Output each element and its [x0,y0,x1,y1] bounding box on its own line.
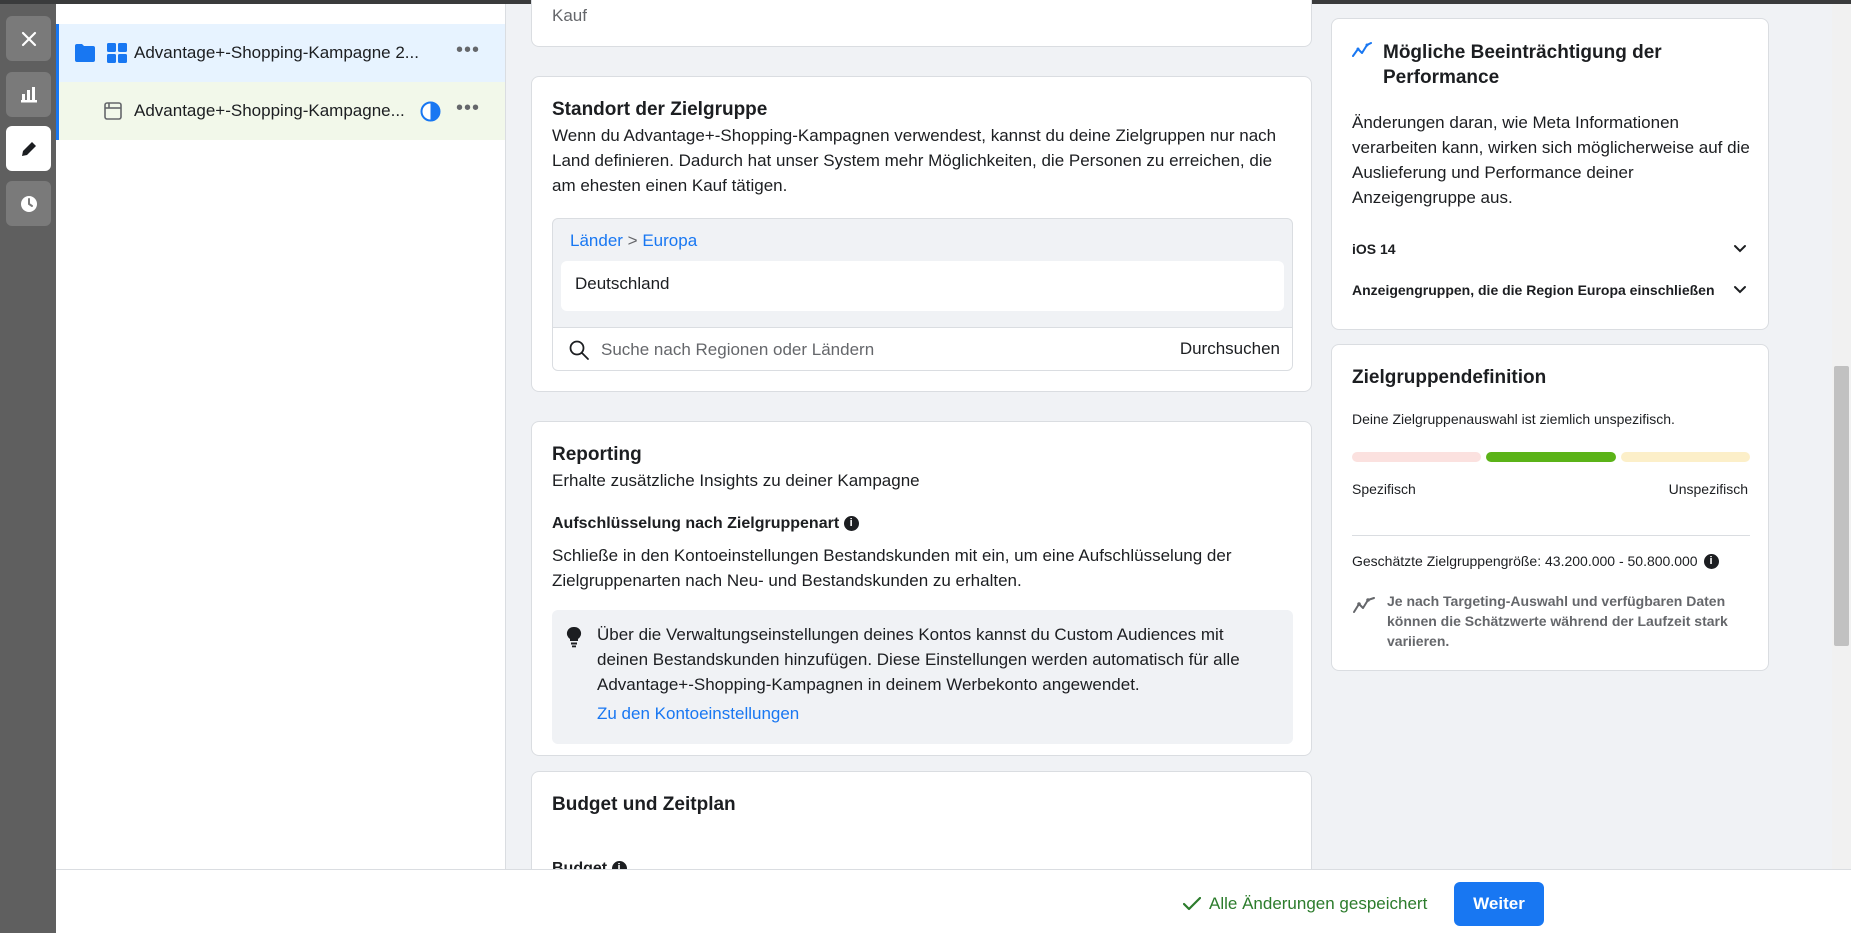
adset-more-icon[interactable]: ••• [456,98,480,118]
account-settings-tip: Über die Verwaltungseinstellungen deines… [552,610,1293,744]
selected-country-chip[interactable]: Deutschland [561,261,1284,311]
lightbulb-icon [566,626,582,648]
chevron-down-icon [1734,286,1746,294]
adset-label: Advantage+-Shopping-Kampagne... [134,101,405,120]
meter-segment-middle [1486,452,1616,462]
performance-card: Mögliche Beeinträchtigung der Performanc… [1331,18,1769,330]
breadcrumb-europe[interactable]: Europa [642,231,697,250]
audience-title: Zielgruppendefinition [1352,367,1547,388]
campaign-label: Advantage+-Shopping-Kampagne 2... [134,43,419,62]
clock-icon [20,195,37,212]
accordion-ios14-label: iOS 14 [1352,241,1396,257]
location-card: Standort der Zielgruppe Wenn du Advantag… [531,76,1312,392]
audience-status: Deine Zielgruppenauswahl ist ziemlich un… [1352,411,1675,427]
folder-icon [75,44,95,62]
browse-button[interactable]: Durchsuchen [1180,339,1280,359]
scrollbar-thumb[interactable] [1834,366,1849,646]
trend-line-icon [1352,42,1372,57]
search-icon [569,340,589,360]
audience-size-row: Geschätzte Zielgruppengröße: 43.200.000 … [1352,553,1719,569]
location-selector: Länder > Europa Deutschland Durchsuchen [552,218,1293,371]
budget-title: Budget und Zeitplan [552,794,736,815]
location-breadcrumb: Länder > Europa [570,231,697,251]
campaign-tree-panel: Advantage+-Shopping-Kampagne 2... ••• Ad… [56,4,506,869]
location-description: Wenn du Advantage+-Shopping-Kampagnen ve… [552,126,1277,195]
tip-text: Über die Verwaltungseinstellungen deines… [597,625,1240,694]
info-icon[interactable]: i [843,516,859,532]
half-circle-status-icon[interactable] [420,101,441,122]
audience-size-text: Geschätzte Zielgruppengröße: 43.200.000 … [1352,553,1698,569]
campaign-grid-icon [107,43,127,63]
divider [1352,535,1750,536]
meter-label-left: Spezifisch [1352,481,1416,497]
previous-section-text: Kauf [552,6,587,25]
breakdown-heading: Aufschlüsselung nach Zielgruppenart i [552,515,859,533]
audience-breadth-meter [1352,452,1750,462]
save-status: Alle Änderungen gespeichert [1183,894,1427,914]
audience-definition-card: Zielgruppendefinition Deine Zielgruppena… [1331,344,1769,671]
meter-segment-broad [1621,452,1750,462]
performance-text: Änderungen daran, wie Meta Informationen… [1352,113,1750,207]
accordion-europe[interactable]: Anzeigengruppen, die die Region Europa e… [1352,282,1748,298]
bottom-action-bar: Alle Änderungen gespeichert Weiter [56,869,1851,933]
location-title: Standort der Zielgruppe [552,99,768,120]
meter-label-right: Unspezifisch [1668,481,1748,497]
location-search-input[interactable] [601,336,1141,364]
save-status-text: Alle Änderungen gespeichert [1209,894,1428,913]
next-button[interactable]: Weiter [1454,882,1544,926]
bar-chart-icon [20,86,37,102]
tree-item-campaign[interactable]: Advantage+-Shopping-Kampagne 2... ••• [56,24,505,82]
breadcrumb-countries[interactable]: Länder [570,231,623,250]
audience-size-info-icon[interactable]: i [1703,553,1719,569]
edit-rail-button[interactable] [6,126,51,171]
accordion-europe-label: Anzeigengruppen, die die Region Europa e… [1352,282,1715,298]
breakdown-title: Aufschlüsselung nach Zielgruppenart [552,515,840,532]
fluctuation-chart-icon [1353,597,1375,613]
history-rail-button[interactable] [6,181,51,226]
account-settings-link[interactable]: Zu den Kontoeinstellungen [597,704,799,724]
checkmark-icon [1183,897,1201,911]
reporting-rail-button[interactable] [6,72,51,117]
reporting-card: Reporting Erhalte zusätzliche Insights z… [531,421,1312,756]
pencil-icon [21,141,36,156]
campaign-more-icon[interactable]: ••• [456,40,480,60]
estimate-note: Je nach Targeting-Auswahl und verfügbare… [1387,593,1728,649]
close-icon [21,31,36,46]
close-button[interactable] [6,16,51,61]
chevron-down-icon [1734,245,1746,253]
meter-segment-specific [1352,452,1481,462]
breakdown-text: Schließe in den Kontoeinstellungen Besta… [552,546,1232,590]
reporting-title: Reporting [552,444,642,465]
previous-section-card: Kauf [531,0,1312,47]
performance-title: Mögliche Beeinträchtigung der Performanc… [1383,42,1662,88]
adset-window-icon [104,102,122,120]
reporting-subtitle: Erhalte zusätzliche Insights zu deiner K… [552,471,920,490]
breadcrumb-separator: > [627,231,638,250]
location-search-row: Durchsuchen [553,327,1292,370]
tree-item-adset[interactable]: Advantage+-Shopping-Kampagne... ••• [56,82,505,140]
accordion-ios14[interactable]: iOS 14 [1352,241,1748,257]
left-rail [0,4,56,933]
